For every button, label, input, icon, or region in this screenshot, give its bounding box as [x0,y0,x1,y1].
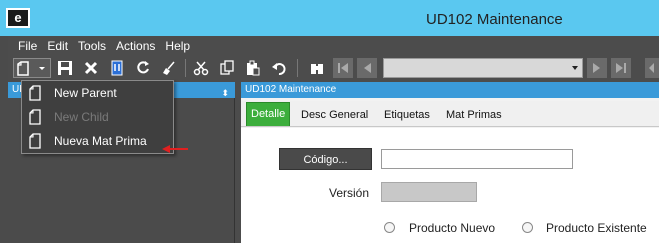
paste-icon [247,60,260,76]
menu-item-label: New Parent [54,86,117,100]
document-icon [29,109,41,125]
tab-mat-primas[interactable]: Mat Primas [442,104,506,126]
search-binoculars-icon [311,64,323,74]
menu-item-new-child[interactable]: New Child [22,105,173,129]
producto-existente-label: Producto Existente [546,221,647,235]
copy-button[interactable] [217,58,237,78]
menu-actions[interactable]: Actions [111,37,160,55]
clear-broom-icon [163,61,175,75]
tab-strip: Detalle Desc General Etiquetas Mat Prima… [241,101,659,127]
codigo-input[interactable] [381,149,573,169]
producto-nuevo-radio[interactable] [384,222,395,233]
refresh-icon [137,61,149,74]
save-icon [58,61,72,75]
overflow-arrow-icon [649,63,654,73]
new-dropdown-button[interactable] [13,58,51,78]
producto-existente-radio[interactable] [522,222,533,233]
save-button[interactable] [55,58,75,78]
undo-icon [272,63,286,75]
previous-record-button[interactable] [357,58,377,78]
toolbar [13,56,659,80]
detail-panel-header: UD102 Maintenance [241,82,659,98]
new-document-icon [17,61,45,76]
menu-file[interactable]: File [13,37,42,55]
menu-item-nueva-mat-prima[interactable]: Nueva Mat Prima [22,129,173,153]
new-dropdown-menu: New Parent New Child Nueva Mat Prima [21,80,174,154]
app-logo-icon: e [6,8,30,28]
next-record-icon [593,63,600,73]
search-button[interactable] [307,58,327,78]
attach-icon [111,60,123,76]
cut-button[interactable] [191,58,211,78]
record-navigation-combo[interactable] [383,58,583,78]
menu-bar: File Edit Tools Actions Help [13,37,195,55]
detail-panel: UD102 Maintenance Detalle Desc General E… [241,82,659,243]
title-bar: e UD102 Maintenance [0,0,659,36]
menu-edit[interactable]: Edit [42,37,73,55]
attach-button[interactable] [107,58,127,78]
next-record-button[interactable] [587,58,607,78]
cut-icon [193,61,209,76]
version-field [381,182,477,202]
document-icon [29,133,41,149]
tab-detalle[interactable]: Detalle [246,102,291,126]
first-record-button[interactable] [333,58,353,78]
first-record-icon [338,63,348,73]
document-icon [29,85,41,101]
menu-item-label: Nueva Mat Prima [54,134,147,148]
overflow-button[interactable] [645,58,659,78]
pin-icon[interactable]: ⬍ [221,85,229,101]
tab-desc-general[interactable]: Desc General [297,104,372,126]
last-record-icon [616,63,626,73]
toolbar-separator [297,59,298,77]
tab-etiquetas[interactable]: Etiquetas [380,104,434,126]
menu-tools[interactable]: Tools [73,37,111,55]
detail-form: Código... Versión Producto Nuevo Product… [241,128,659,243]
refresh-button[interactable] [133,58,153,78]
delete-button[interactable] [81,58,101,78]
codigo-button[interactable]: Código... [279,148,372,170]
last-record-button[interactable] [611,58,631,78]
previous-record-icon [364,63,371,73]
producto-nuevo-label: Producto Nuevo [409,221,496,235]
menu-item-label: New Child [54,110,109,124]
chevron-down-icon [572,66,578,70]
delete-icon [84,61,98,75]
paste-button[interactable] [243,58,263,78]
menu-item-new-parent[interactable]: New Parent [22,81,173,105]
window-title: UD102 Maintenance [426,11,563,28]
version-label: Versión [329,186,370,200]
clear-button[interactable] [159,58,179,78]
undo-button[interactable] [269,58,289,78]
toolbar-separator [185,59,186,77]
copy-icon [220,60,234,75]
red-arrow-annotation-icon [162,145,188,153]
menu-help[interactable]: Help [160,37,195,55]
